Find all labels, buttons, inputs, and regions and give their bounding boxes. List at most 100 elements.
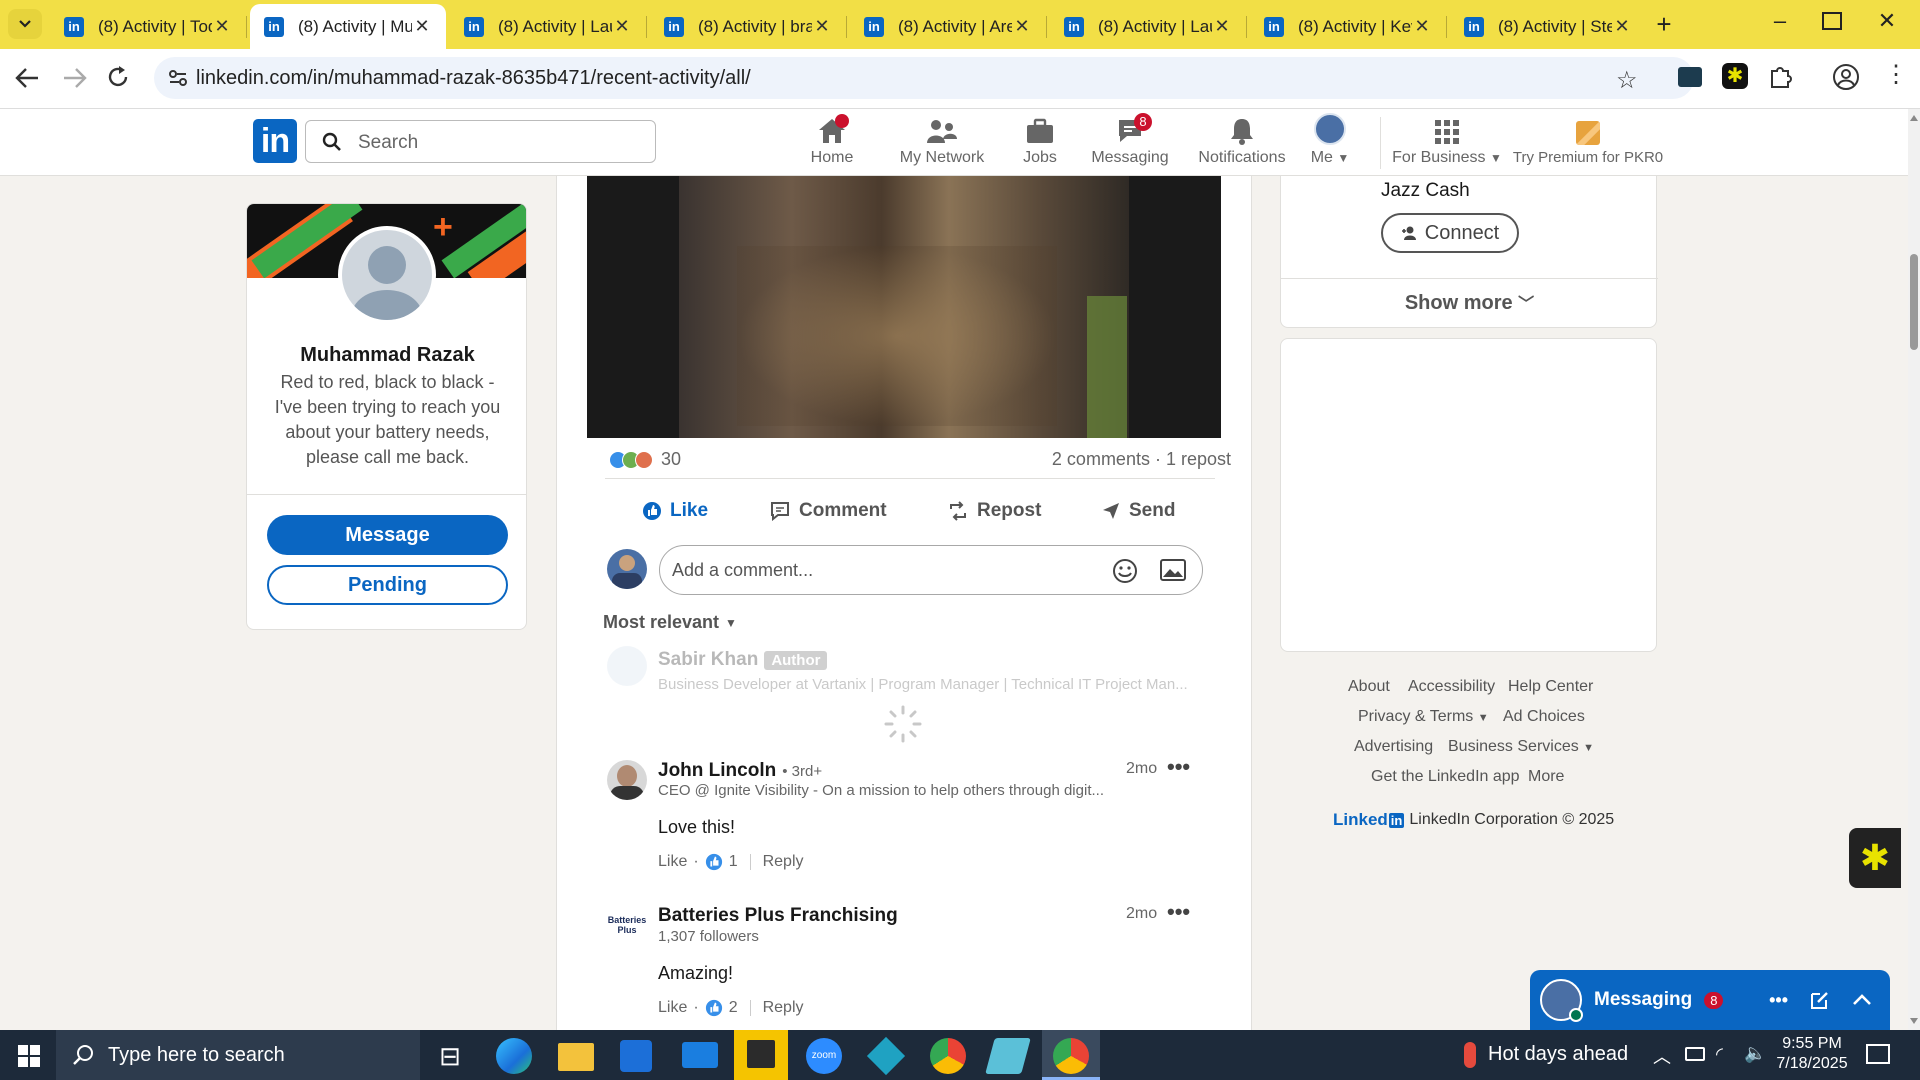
connect-button[interactable]: Connect — [1381, 213, 1519, 253]
close-tab-icon[interactable]: ✕ — [1412, 16, 1432, 37]
commenter-name[interactable]: Batteries Plus Franchising — [658, 905, 898, 927]
post-video[interactable] — [587, 176, 1221, 438]
footer-link-about[interactable]: About — [1348, 678, 1390, 696]
current-user-avatar[interactable] — [607, 549, 647, 589]
footer-link-business-services[interactable]: Business Services ▼ — [1448, 738, 1594, 756]
weather-text[interactable]: Hot days ahead — [1488, 1043, 1628, 1066]
nav-for-business[interactable]: For Business ▼ — [1392, 109, 1502, 176]
close-tab-icon[interactable]: ✕ — [612, 16, 632, 37]
notification-center-icon[interactable] — [1866, 1044, 1890, 1064]
close-tab-icon[interactable]: ✕ — [1612, 16, 1632, 37]
tab-search-button[interactable] — [8, 9, 42, 39]
footer-link-advertising[interactable]: Advertising — [1354, 738, 1433, 756]
message-button[interactable]: Message — [267, 515, 508, 555]
store-icon[interactable] — [620, 1040, 652, 1072]
close-tab-icon[interactable]: ✕ — [1212, 16, 1232, 37]
nav-my-network[interactable]: My Network — [886, 109, 998, 176]
close-tab-icon[interactable]: ✕ — [412, 16, 432, 37]
site-info-icon[interactable] — [168, 68, 188, 88]
browser-tab[interactable]: in (8) Activity | bran ✕ — [650, 4, 847, 49]
new-tab-plus-icon[interactable]: + — [1650, 10, 1678, 38]
browser-menu-icon[interactable]: ⋮ — [1884, 61, 1908, 89]
comment-reply-button[interactable]: Reply — [763, 853, 804, 871]
more-options-icon[interactable]: ••• — [1167, 899, 1190, 925]
browser-tab[interactable]: in (8) Activity | Laur ✕ — [450, 4, 647, 49]
active-chrome-taskbar-item[interactable] — [1042, 1030, 1100, 1080]
taskbar-search-box[interactable]: Type here to search — [56, 1030, 420, 1080]
restore-icon[interactable] — [1822, 12, 1842, 30]
extension-icon[interactable] — [1678, 67, 1702, 87]
comment-button[interactable]: Comment — [769, 494, 887, 528]
footer-link-more[interactable]: More — [1528, 768, 1564, 786]
linkedin-logo[interactable]: in — [253, 119, 297, 163]
repost-button[interactable]: Repost — [947, 494, 1041, 528]
battery-icon[interactable] — [1685, 1047, 1705, 1061]
address-bar[interactable]: linkedin.com/in/muhammad-razak-8635b471/… — [154, 57, 1694, 99]
footer-link-accessibility[interactable]: Accessibility — [1408, 678, 1495, 696]
wifi-icon[interactable]: ◜ — [1716, 1044, 1723, 1065]
nav-try-premium[interactable]: Try Premium for PKR0 — [1508, 109, 1668, 176]
comments-reposts-count[interactable]: 2 comments · 1 repost — [1052, 449, 1231, 470]
reload-icon[interactable] — [106, 64, 130, 90]
commenter-avatar[interactable] — [607, 760, 647, 800]
sticky-notes-icon[interactable] — [734, 1030, 788, 1080]
profile-photo[interactable] — [338, 226, 436, 324]
zoom-icon[interactable]: zoom — [806, 1038, 842, 1074]
footer-link-get-app[interactable]: Get the LinkedIn app — [1371, 768, 1520, 786]
show-hidden-icons-chevron-icon[interactable]: ︿ — [1653, 1043, 1671, 1069]
sort-dropdown[interactable]: Most relevant ▼ — [603, 612, 737, 633]
nav-messaging[interactable]: Messaging 8 — [1082, 109, 1178, 176]
forward-arrow-icon[interactable] — [62, 66, 88, 90]
commenter-name[interactable]: Sabir Khan — [658, 649, 758, 671]
taskbar-clock[interactable]: 9:55 PM 7/18/2025 — [1762, 1034, 1862, 1074]
search-input[interactable]: Search — [305, 120, 656, 163]
close-tab-icon[interactable]: ✕ — [1012, 16, 1032, 37]
like-button[interactable]: Like — [642, 494, 708, 528]
chrome-icon[interactable] — [930, 1038, 966, 1074]
mail-icon[interactable] — [682, 1042, 718, 1068]
more-options-icon[interactable]: ••• — [1167, 754, 1190, 780]
bookmark-star-icon[interactable]: ☆ — [1616, 66, 1638, 95]
commenter-avatar[interactable] — [607, 646, 647, 686]
more-options-icon[interactable]: ••• — [1769, 990, 1788, 1011]
close-window-icon[interactable]: ✕ — [1872, 8, 1902, 38]
send-button[interactable]: Send — [1101, 494, 1175, 528]
comment-reply-button[interactable]: Reply — [763, 999, 804, 1017]
browser-tab[interactable]: in (8) Activity | Tod ✕ — [50, 4, 247, 49]
pending-button[interactable]: Pending — [267, 565, 508, 605]
app-diamond-icon[interactable] — [866, 1036, 906, 1076]
browser-tab-active[interactable]: in (8) Activity | Muh ✕ — [250, 4, 446, 49]
compose-icon[interactable] — [1810, 990, 1830, 1010]
browser-tab[interactable]: in (8) Activity | Kevi ✕ — [1250, 4, 1447, 49]
edge-browser-icon[interactable] — [496, 1038, 532, 1074]
footer-link-ad-choices[interactable]: Ad Choices — [1503, 708, 1585, 726]
emoji-icon[interactable] — [1112, 558, 1138, 584]
extensions-puzzle-icon[interactable] — [1768, 65, 1792, 89]
file-explorer-icon[interactable] — [558, 1043, 594, 1071]
page-scrollbar[interactable] — [1908, 109, 1920, 1030]
nav-me[interactable]: Me ▼ — [1300, 109, 1360, 176]
commenter-name[interactable]: John Lincoln — [658, 760, 776, 782]
extension-spark-icon[interactable]: ✱ — [1722, 63, 1748, 89]
profile-icon[interactable] — [1832, 63, 1860, 91]
footer-link-help-center[interactable]: Help Center — [1508, 678, 1593, 696]
reactions-summary[interactable]: 30 — [609, 449, 681, 470]
browser-tab[interactable]: in (8) Activity | Laur ✕ — [1050, 4, 1247, 49]
floating-extension-icon[interactable]: ✱ — [1849, 828, 1901, 888]
comment-like-button[interactable]: Like — [658, 853, 687, 871]
minimize-icon[interactable]: – — [1765, 8, 1795, 38]
scrollbar-thumb[interactable] — [1910, 254, 1918, 350]
windows-start-icon[interactable] — [18, 1045, 40, 1067]
messaging-overlay[interactable]: Messaging 8 ••• — [1530, 970, 1890, 1030]
back-arrow-icon[interactable] — [14, 66, 40, 90]
nav-jobs[interactable]: Jobs — [1010, 109, 1070, 176]
close-tab-icon[interactable]: ✕ — [812, 16, 832, 37]
footer-link-privacy-terms[interactable]: Privacy & Terms ▼ — [1358, 708, 1489, 726]
chevron-up-icon[interactable] — [1852, 993, 1872, 1007]
browser-tab[interactable]: in (8) Activity | Step ✕ — [1450, 4, 1646, 49]
comment-input[interactable]: Add a comment... — [659, 545, 1203, 595]
company-logo[interactable]: Batteries Plus — [607, 906, 647, 946]
app-paper-icon[interactable] — [985, 1038, 1031, 1074]
profile-name[interactable]: Muhammad Razak — [247, 344, 526, 367]
close-tab-icon[interactable]: ✕ — [212, 16, 232, 37]
